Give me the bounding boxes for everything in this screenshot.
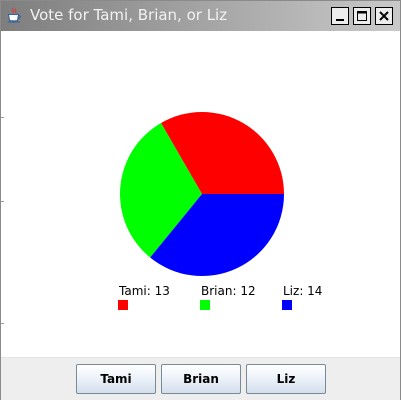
legend-label-tami: Tami: 13 (119, 284, 170, 298)
legend-swatch-liz (282, 300, 292, 310)
legend-label-liz: Liz: 14 (283, 284, 323, 298)
close-button[interactable] (375, 7, 393, 25)
minimize-icon (336, 19, 344, 21)
vote-brian-button[interactable]: Brian (161, 364, 241, 394)
maximize-icon (357, 11, 367, 21)
close-icon (379, 11, 389, 21)
minimize-button[interactable] (331, 7, 349, 25)
java-coffee-cup-icon (7, 7, 21, 23)
app-window: Vote for Tami, Brian, or Liz Tami: 13 Br… (0, 0, 401, 400)
maximize-button[interactable] (353, 7, 371, 25)
title-bar[interactable]: Vote for Tami, Brian, or Liz (1, 1, 400, 31)
vote-button-bar: Tami Brian Liz (1, 357, 400, 400)
vote-liz-button[interactable]: Liz (246, 364, 326, 394)
window-title: Vote for Tami, Brian, or Liz (30, 6, 228, 24)
legend-label-brian: Brian: 12 (201, 284, 256, 298)
chart-panel: Tami: 13 Brian: 12 Liz: 14 (1, 31, 400, 357)
legend-swatch-tami (118, 300, 128, 310)
vote-tami-button[interactable]: Tami (76, 364, 156, 394)
legend-swatch-brian (200, 300, 210, 310)
